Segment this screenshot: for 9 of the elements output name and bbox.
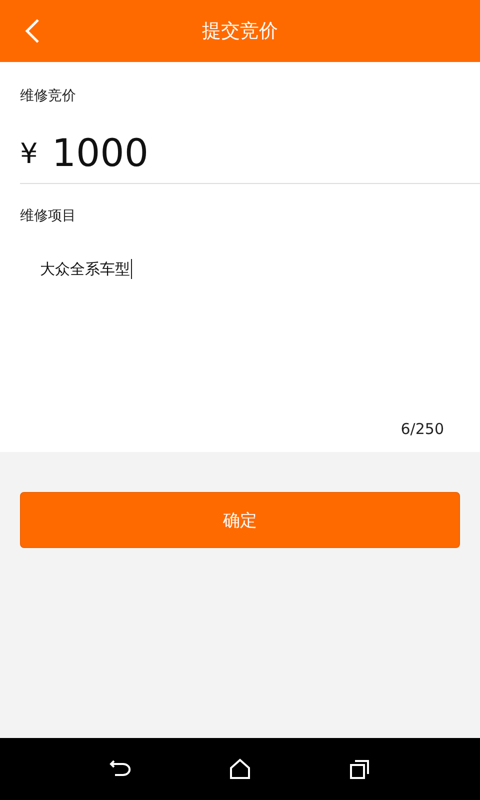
recent-apps-icon[interactable] — [348, 757, 372, 781]
price-label: 维修竞价 — [20, 87, 77, 105]
page-title: 提交竞价 — [202, 19, 278, 44]
price-field[interactable]: 1000 — [52, 131, 149, 175]
currency-symbol: ¥ — [20, 136, 38, 170]
items-label: 维修项目 — [20, 207, 77, 225]
items-text-area[interactable]: 大众全系车型 — [40, 259, 460, 279]
character-counter: 6/250 — [400, 420, 444, 438]
home-icon[interactable] — [228, 757, 252, 781]
